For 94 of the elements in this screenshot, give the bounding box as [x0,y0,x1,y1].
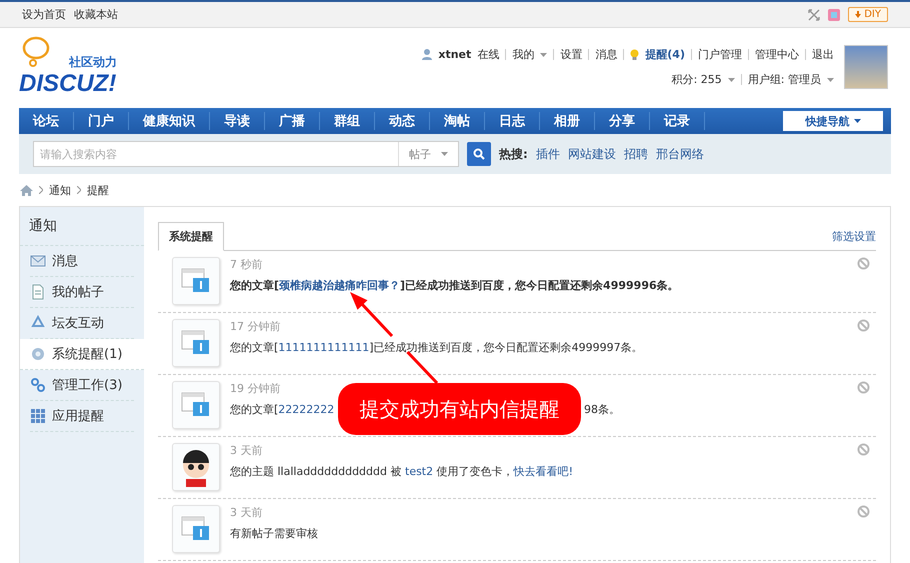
block-icon[interactable] [857,443,870,456]
annotation-callout: 提交成功有站内信提醒 [338,383,581,435]
window-info-icon [181,392,211,418]
notice-link[interactable]: 提醒(4) [645,47,685,62]
tab[interactable]: 系统提醒 [158,222,224,251]
user-menu-link[interactable]: 设置 [560,47,582,62]
notice-link[interactable]: 22222222 [278,403,334,416]
nav-item[interactable]: 群组 [320,112,375,130]
quick-nav-button[interactable]: 快捷导航 [783,111,883,131]
block-icon[interactable] [857,319,870,332]
nav-item[interactable]: 记录 [650,112,705,130]
sidebar-title: 通知 [20,207,144,246]
hot-search-label: 热搜: [499,146,528,162]
search-field[interactable]: 请输入搜索内容 帖子 [33,141,459,167]
notice-link[interactable]: 颈椎病越治越痛咋回事？ [279,279,400,292]
chevron-icon [77,186,81,194]
hot-search-link[interactable]: 招聘 [624,146,648,162]
notice-message: 您的文章[颈椎病越治越痛咋回事？]已经成功推送到百度，您今日配置还剩余4999996条。 [230,278,679,293]
breadcrumb-link[interactable]: 提醒 [87,182,109,198]
notice-message: 有新帖子需要审核 [230,526,318,541]
chevron-icon [39,186,43,194]
breadcrumb-link[interactable]: 通知 [49,182,71,198]
admin-link[interactable]: 门户管理 [698,47,742,62]
top-link[interactable]: 设为首页 [22,7,66,22]
nav-item[interactable]: 分享 [595,112,650,130]
credits-link[interactable]: 积分: 255 [672,72,722,87]
sidebar-item[interactable]: 系统提醒(1) [20,339,144,370]
block-icon[interactable] [857,257,870,270]
window-info-icon [181,516,211,542]
caret-icon [728,78,735,82]
top-link[interactable]: 收藏本站 [74,7,118,22]
envelope-icon [30,253,46,269]
grid-icon [30,408,46,424]
notice-time: 3 天前 [230,505,264,520]
search-scope[interactable]: 帖子 [409,146,431,162]
nav-item[interactable]: 论坛 [19,112,74,130]
window-info-icon [181,268,211,294]
notice-time: 19 分钟前 [230,381,282,396]
notice-link[interactable]: 快去看看吧! [514,465,574,478]
caret-icon [854,119,860,123]
link-icon [30,377,46,393]
notice-message: 您的主题 llalladddddddddddd 被 test2 使用了变色卡，快去看看吧! [230,464,574,479]
notice-link[interactable]: test2 [405,465,434,478]
user-group-link[interactable]: 用户组: 管理员 [748,72,821,87]
logo-wordmark: DISCUZ! [19,70,116,98]
nav-item[interactable]: 健康知识 [129,112,210,130]
logo-tagline: 社区动力 [69,54,117,71]
gear-icon [30,346,46,362]
nav-item[interactable]: 门户 [74,112,129,130]
block-icon[interactable] [857,505,870,518]
down-arrow-icon [855,11,862,18]
nav-item[interactable]: 相册 [540,112,595,130]
hot-search-link[interactable]: 邢台网络 [656,146,704,162]
notice-message: 您的文章[1111111111111]已经成功推送到百度，您今日配置还剩余4999997条。 [230,340,643,355]
filter-settings-link[interactable]: 筛选设置 [832,229,876,250]
window-info-icon [181,330,211,356]
hot-search-link[interactable]: 插件 [536,146,560,162]
caret-icon [441,152,448,156]
admin-link[interactable]: 退出 [812,47,834,62]
speech-bubble-icon [21,36,51,70]
fullscreen-icon[interactable] [808,8,820,20]
caret-icon [540,52,548,56]
nav-item[interactable]: 淘帖 [430,112,485,130]
notice-time: 17 分钟前 [230,319,282,334]
caret-icon [827,78,834,82]
discuz-logo[interactable]: 社区动力 DISCUZ! [19,36,139,98]
notice-time: 7 秒前 [230,257,264,272]
admin-link[interactable]: 管理中心 [755,47,799,62]
notice-message: 您的文章[22222222 [230,402,334,417]
document-icon [30,284,46,300]
sidebar-item[interactable]: 消息 [30,246,134,277]
block-icon[interactable] [857,381,870,394]
color-palette-icon[interactable] [828,8,840,20]
search-icon [473,148,485,160]
sidebar-item[interactable]: 应用提醒 [30,401,134,432]
notice-message: 98条。 [584,402,620,417]
search-button[interactable] [467,142,491,166]
avatar-photo-placeholder[interactable] [844,45,888,89]
nav-item[interactable]: 日志 [485,112,540,130]
online-status: 在线 [477,47,500,62]
user-menu-link[interactable]: 我的 [512,47,534,62]
hot-search-link[interactable]: 网站建设 [568,146,616,162]
username[interactable]: xtnet [438,48,472,61]
user-icon [422,49,432,60]
nav-item[interactable]: 导读 [210,112,265,130]
home-icon[interactable] [20,184,33,196]
sidebar-item[interactable]: 我的帖子 [30,277,134,308]
lightbulb-icon [630,48,640,60]
nav-item[interactable]: 动态 [375,112,430,130]
user-menu-link[interactable]: 消息 [595,47,618,62]
notice-link[interactable]: 1111111111111 [278,341,370,354]
sidebar-item[interactable]: 管理工作(3) [30,370,134,401]
notice-time: 3 天前 [230,443,264,458]
nav-item[interactable]: 广播 [265,112,320,130]
